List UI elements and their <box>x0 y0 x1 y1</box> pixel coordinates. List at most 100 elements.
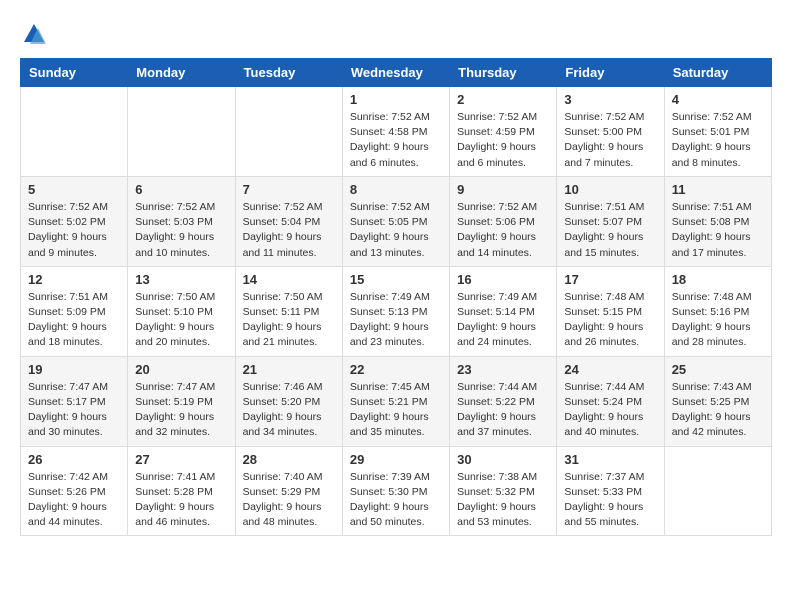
day-info: Sunrise: 7:47 AM Sunset: 5:17 PM Dayligh… <box>28 380 120 441</box>
day-number: 23 <box>457 362 549 377</box>
day-number: 22 <box>350 362 442 377</box>
calendar-day-cell <box>128 87 235 177</box>
day-info: Sunrise: 7:52 AM Sunset: 5:02 PM Dayligh… <box>28 200 120 261</box>
calendar-header-cell: Saturday <box>664 59 771 87</box>
calendar-day-cell: 13 Sunrise: 7:50 AM Sunset: 5:10 PM Dayli… <box>128 266 235 356</box>
day-number: 9 <box>457 182 549 197</box>
calendar-day-cell: 22 Sunrise: 7:45 AM Sunset: 5:21 PM Dayli… <box>342 356 449 446</box>
day-number: 17 <box>564 272 656 287</box>
calendar-header-cell: Friday <box>557 59 664 87</box>
day-info: Sunrise: 7:50 AM Sunset: 5:10 PM Dayligh… <box>135 290 227 351</box>
day-number: 30 <box>457 452 549 467</box>
calendar-day-cell: 28Sunrise: 7:40 AM Sunset: 5:29 PM Dayli… <box>235 446 342 536</box>
day-number: 2 <box>457 92 549 107</box>
day-number: 26 <box>28 452 120 467</box>
calendar-day-cell: 14Sunrise: 7:50 AM Sunset: 5:11 PM Dayli… <box>235 266 342 356</box>
calendar-header-cell: Monday <box>128 59 235 87</box>
calendar-day-cell <box>21 87 128 177</box>
day-number: 12 <box>28 272 120 287</box>
calendar-day-cell: 10Sunrise: 7:51 AM Sunset: 5:07 PM Dayli… <box>557 176 664 266</box>
day-number: 4 <box>672 92 764 107</box>
day-number: 11 <box>672 182 764 197</box>
calendar-day-cell <box>235 87 342 177</box>
calendar-header-cell: Tuesday <box>235 59 342 87</box>
calendar-day-cell <box>664 446 771 536</box>
day-info: Sunrise: 7:44 AM Sunset: 5:24 PM Dayligh… <box>564 380 656 441</box>
calendar-day-cell: 8 Sunrise: 7:52 AM Sunset: 5:05 PM Daylig… <box>342 176 449 266</box>
day-info: Sunrise: 7:45 AM Sunset: 5:21 PM Dayligh… <box>350 380 442 441</box>
calendar-day-cell: 31 Sunrise: 7:37 AM Sunset: 5:33 PM Dayli… <box>557 446 664 536</box>
day-number: 13 <box>135 272 227 287</box>
day-info: Sunrise: 7:52 AM Sunset: 5:01 PM Dayligh… <box>672 110 764 171</box>
day-info: Sunrise: 7:42 AM Sunset: 5:26 PM Dayligh… <box>28 470 120 531</box>
day-info: Sunrise: 7:41 AM Sunset: 5:28 PM Dayligh… <box>135 470 227 531</box>
calendar-day-cell: 5Sunrise: 7:52 AM Sunset: 5:02 PM Daylig… <box>21 176 128 266</box>
calendar-body: 1Sunrise: 7:52 AM Sunset: 4:58 PM Daylig… <box>21 87 772 536</box>
calendar-day-cell: 7 Sunrise: 7:52 AM Sunset: 5:04 PM Daylig… <box>235 176 342 266</box>
calendar-day-cell: 9 Sunrise: 7:52 AM Sunset: 5:06 PM Daylig… <box>450 176 557 266</box>
calendar-day-cell: 20Sunrise: 7:47 AM Sunset: 5:19 PM Dayli… <box>128 356 235 446</box>
calendar-header-cell: Sunday <box>21 59 128 87</box>
calendar-week-row: 1Sunrise: 7:52 AM Sunset: 4:58 PM Daylig… <box>21 87 772 177</box>
day-info: Sunrise: 7:49 AM Sunset: 5:14 PM Dayligh… <box>457 290 549 351</box>
calendar-day-cell: 27 Sunrise: 7:41 AM Sunset: 5:28 PM Dayli… <box>128 446 235 536</box>
day-number: 20 <box>135 362 227 377</box>
calendar-day-cell: 16 Sunrise: 7:49 AM Sunset: 5:14 PM Dayli… <box>450 266 557 356</box>
calendar-day-cell: 4 Sunrise: 7:52 AM Sunset: 5:01 PM Daylig… <box>664 87 771 177</box>
day-info: Sunrise: 7:38 AM Sunset: 5:32 PM Dayligh… <box>457 470 549 531</box>
calendar-table: SundayMondayTuesdayWednesdayThursdayFrid… <box>20 58 772 536</box>
day-info: Sunrise: 7:39 AM Sunset: 5:30 PM Dayligh… <box>350 470 442 531</box>
day-info: Sunrise: 7:52 AM Sunset: 5:06 PM Dayligh… <box>457 200 549 261</box>
day-info: Sunrise: 7:48 AM Sunset: 5:16 PM Dayligh… <box>672 290 764 351</box>
day-info: Sunrise: 7:52 AM Sunset: 5:00 PM Dayligh… <box>564 110 656 171</box>
calendar-header-cell: Thursday <box>450 59 557 87</box>
day-number: 24 <box>564 362 656 377</box>
day-info: Sunrise: 7:43 AM Sunset: 5:25 PM Dayligh… <box>672 380 764 441</box>
calendar-day-cell: 21Sunrise: 7:46 AM Sunset: 5:20 PM Dayli… <box>235 356 342 446</box>
logo <box>20 20 52 48</box>
calendar-day-cell: 3 Sunrise: 7:52 AM Sunset: 5:00 PM Daylig… <box>557 87 664 177</box>
day-number: 18 <box>672 272 764 287</box>
day-info: Sunrise: 7:37 AM Sunset: 5:33 PM Dayligh… <box>564 470 656 531</box>
calendar-day-cell: 15 Sunrise: 7:49 AM Sunset: 5:13 PM Dayli… <box>342 266 449 356</box>
day-info: Sunrise: 7:51 AM Sunset: 5:07 PM Dayligh… <box>564 200 656 261</box>
day-number: 31 <box>564 452 656 467</box>
day-info: Sunrise: 7:50 AM Sunset: 5:11 PM Dayligh… <box>243 290 335 351</box>
day-number: 19 <box>28 362 120 377</box>
day-info: Sunrise: 7:51 AM Sunset: 5:09 PM Dayligh… <box>28 290 120 351</box>
day-number: 15 <box>350 272 442 287</box>
day-info: Sunrise: 7:52 AM Sunset: 4:58 PM Dayligh… <box>350 110 442 171</box>
calendar-day-cell: 29 Sunrise: 7:39 AM Sunset: 5:30 PM Dayli… <box>342 446 449 536</box>
day-number: 3 <box>564 92 656 107</box>
calendar-day-cell: 17Sunrise: 7:48 AM Sunset: 5:15 PM Dayli… <box>557 266 664 356</box>
day-number: 27 <box>135 452 227 467</box>
day-number: 16 <box>457 272 549 287</box>
logo-icon <box>20 20 48 48</box>
day-number: 28 <box>243 452 335 467</box>
calendar-day-cell: 18 Sunrise: 7:48 AM Sunset: 5:16 PM Dayli… <box>664 266 771 356</box>
calendar-day-cell: 12 Sunrise: 7:51 AM Sunset: 5:09 PM Dayli… <box>21 266 128 356</box>
calendar-header-row: SundayMondayTuesdayWednesdayThursdayFrid… <box>21 59 772 87</box>
calendar-week-row: 19 Sunrise: 7:47 AM Sunset: 5:17 PM Dayli… <box>21 356 772 446</box>
day-info: Sunrise: 7:52 AM Sunset: 5:04 PM Dayligh… <box>243 200 335 261</box>
calendar-day-cell: 23 Sunrise: 7:44 AM Sunset: 5:22 PM Dayli… <box>450 356 557 446</box>
page-header <box>20 20 772 48</box>
day-info: Sunrise: 7:49 AM Sunset: 5:13 PM Dayligh… <box>350 290 442 351</box>
day-info: Sunrise: 7:52 AM Sunset: 5:05 PM Dayligh… <box>350 200 442 261</box>
day-info: Sunrise: 7:44 AM Sunset: 5:22 PM Dayligh… <box>457 380 549 441</box>
day-info: Sunrise: 7:52 AM Sunset: 5:03 PM Dayligh… <box>135 200 227 261</box>
calendar-week-row: 12 Sunrise: 7:51 AM Sunset: 5:09 PM Dayli… <box>21 266 772 356</box>
calendar-day-cell: 19 Sunrise: 7:47 AM Sunset: 5:17 PM Dayli… <box>21 356 128 446</box>
day-number: 29 <box>350 452 442 467</box>
calendar-header-cell: Wednesday <box>342 59 449 87</box>
calendar-day-cell: 1Sunrise: 7:52 AM Sunset: 4:58 PM Daylig… <box>342 87 449 177</box>
day-number: 6 <box>135 182 227 197</box>
day-number: 25 <box>672 362 764 377</box>
calendar-day-cell: 2 Sunrise: 7:52 AM Sunset: 4:59 PM Daylig… <box>450 87 557 177</box>
day-info: Sunrise: 7:52 AM Sunset: 4:59 PM Dayligh… <box>457 110 549 171</box>
calendar-day-cell: 26 Sunrise: 7:42 AM Sunset: 5:26 PM Dayli… <box>21 446 128 536</box>
day-number: 7 <box>243 182 335 197</box>
day-number: 8 <box>350 182 442 197</box>
calendar-week-row: 26 Sunrise: 7:42 AM Sunset: 5:26 PM Dayli… <box>21 446 772 536</box>
calendar-week-row: 5Sunrise: 7:52 AM Sunset: 5:02 PM Daylig… <box>21 176 772 266</box>
